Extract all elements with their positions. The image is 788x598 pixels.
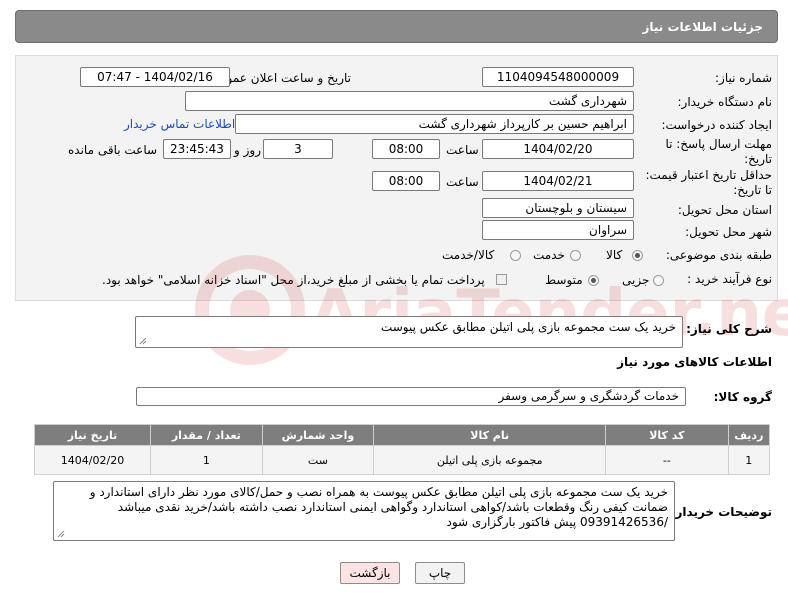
category-option-service: خدمت [533,248,565,262]
deadline-date-field: 1404/02/20 [482,139,634,159]
buyer-org-field: شهرداری گشت [185,91,634,111]
process-radio-medium[interactable] [588,275,599,286]
resize-grip-icon[interactable] [139,337,147,345]
col-need-date: تاریخ نیاز [33,424,152,446]
category-option-goods-service: کالا/خدمت [442,248,495,262]
need-number-label: شماره نیاز: [715,71,772,85]
col-quantity: تعداد / مقدار [150,424,263,446]
goods-group-label: گروه کالا: [713,390,772,404]
province-field: سیستان و بلوچستان [482,198,634,218]
goods-section-title: اطلاعات کالاهای مورد نیاز [617,355,772,369]
buyer-notes-text: خرید یک ست مجموعه بازی پلی اتیلن مطابق ع… [89,485,668,529]
panel-header: جزئیات اطلاعات نیاز [15,10,778,43]
price-validity-label: حداقل تاریخ اعتبار قیمت: [645,168,772,182]
page-title: جزئیات اطلاعات نیاز [642,20,763,34]
category-radio-goods[interactable] [632,250,643,261]
remaining-time-field: 23:45:43 [163,139,231,159]
cell-item-name: مجموعه بازی پلی اتیلن [373,445,607,475]
goods-group-field: خدمات گردشگری و سرگرمی وسفر [136,387,686,406]
days-label: روز و [234,143,261,157]
cell-item-code: -- [605,445,729,475]
goods-table-header-row: ردیف کد کالا نام کالا واحد شمارش تعداد /… [33,424,771,446]
treasury-payment-checkbox[interactable] [496,274,507,285]
buyer-contact-link[interactable]: اطلاعات تماس خریدار [124,117,235,131]
goods-table: ردیف کد کالا نام کالا واحد شمارش تعداد /… [33,424,771,475]
col-row-number: ردیف [727,424,771,446]
province-label: استان محل تحویل: [677,203,772,217]
print-button[interactable]: چاپ [415,562,465,584]
buyer-notes-label: توضیحات خریدار: [670,505,772,519]
city-label: شهر محل تحویل: [685,225,772,239]
description-text: خرید یک ست مجموعه بازی پلی اتیلن مطابق ع… [380,320,676,334]
deadline-date-label: تاریخ: [744,152,772,166]
process-radio-minor[interactable] [653,275,664,286]
deadline-time-field: 08:00 [372,139,440,159]
category-label: طبقه بندی موضوعی: [665,248,772,262]
treasury-payment-note: پرداخت تمام یا بخشی از مبلغ خرید،از محل … [102,273,485,287]
deadline-label: مهلت ارسال پاسخ: تا [665,137,772,151]
remaining-time-label: ساعت باقی مانده [68,143,158,157]
cell-row-number: 1 [727,445,771,475]
process-option-minor: جزیی [622,273,650,287]
back-button[interactable]: بازگشت [340,562,400,584]
creator-field: ابراهیم حسین بر کارپرداز شهرداری گشت [235,114,634,134]
cell-unit: ست [261,445,375,475]
buyer-notes-textarea[interactable]: خرید یک ست مجموعه بازی پلی اتیلن مطابق ع… [53,481,675,541]
description-label: شرح کلی نیاز: [686,322,772,336]
col-item-code: کد کالا [605,424,729,446]
description-textarea[interactable]: خرید یک ست مجموعه بازی پلی اتیلن مطابق ع… [135,316,683,348]
category-option-goods: کالا [606,248,623,262]
buyer-org-label: نام دستگاه خریدار: [677,95,773,109]
announce-date-field: 1404/02/16 - 07:47 [80,67,230,87]
cell-need-date: 1404/02/20 [33,445,152,475]
purchase-process-label: نوع فرآیند خرید : [687,272,772,286]
table-row: 1 -- مجموعه بازی پلی اتیلن ست 1 1404/02/… [33,445,771,475]
process-option-medium: متوسط [545,273,583,287]
category-radio-service[interactable] [570,250,581,261]
col-unit: واحد شمارش [261,424,375,446]
city-field: سراوان [482,220,634,240]
price-validity-time-field: 08:00 [372,171,440,191]
days-remaining-field: 3 [263,139,333,159]
creator-label: ایجاد کننده درخواست: [661,118,772,132]
resize-grip-icon[interactable] [57,530,65,538]
col-item-name: نام کالا [373,424,607,446]
deadline-time-label: ساعت [446,143,479,157]
category-radio-goods-service[interactable] [510,250,521,261]
cell-quantity: 1 [150,445,263,475]
price-validity-time-label: ساعت [446,175,479,189]
price-validity-date-label: تا تاریخ: [733,183,772,197]
need-number-field: 1104094548000009 [482,67,634,87]
price-validity-date-field: 1404/02/21 [482,171,634,191]
